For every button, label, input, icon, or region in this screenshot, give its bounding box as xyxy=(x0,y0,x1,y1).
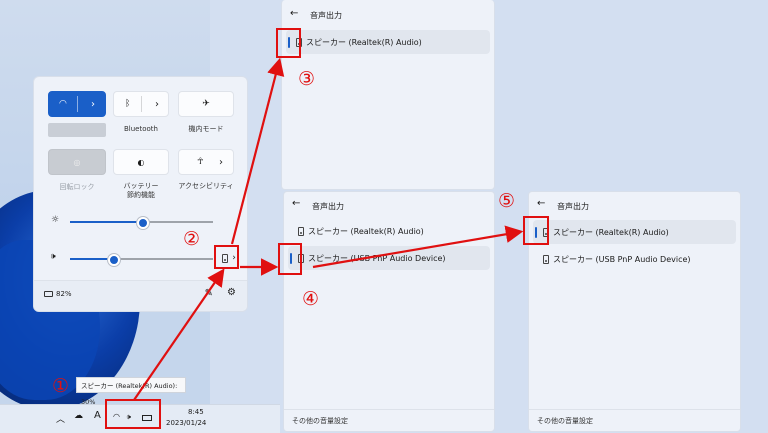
arrow-1-to-2 xyxy=(133,268,225,401)
arrow-2-to-3 xyxy=(230,57,285,245)
arrow-4-to-5 xyxy=(312,225,524,269)
annotation-arrows xyxy=(133,57,524,401)
